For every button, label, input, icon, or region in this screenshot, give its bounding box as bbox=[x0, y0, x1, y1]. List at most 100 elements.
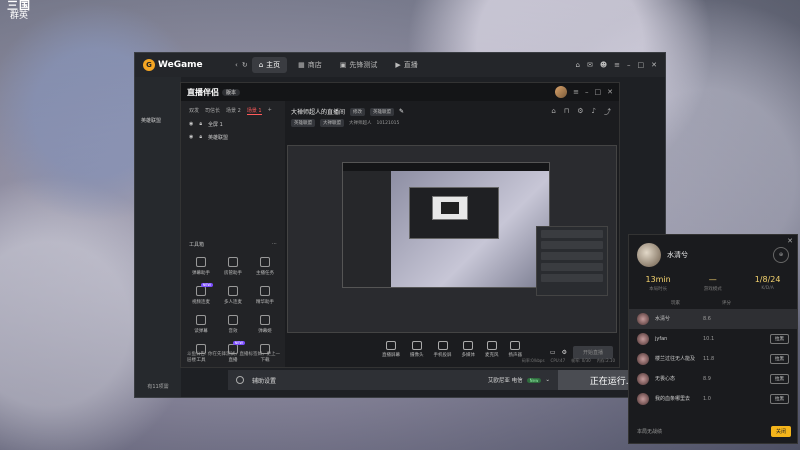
microphone-button[interactable]: 麦克风 bbox=[485, 341, 499, 358]
column-header: 评分 bbox=[722, 301, 731, 306]
tool-item[interactable]: 精华助手 bbox=[249, 286, 281, 305]
wegame-brand: WeGame bbox=[158, 60, 203, 70]
wegame-logo: G WeGame bbox=[143, 59, 229, 71]
stream-companion-window: 直播伴侣 版本 ≡ – □ ✕ 双发 司信长 场景 2 场景 1 + ◉ 🔒︎ 全屏… bbox=[180, 82, 620, 368]
tool-label: 弹幕姬 bbox=[258, 329, 272, 334]
score-cell: 11.8 bbox=[703, 356, 715, 362]
table-row: 楼兰过往无人能及 11.8 拉黑 bbox=[629, 349, 797, 369]
chat-icon[interactable]: ✉ bbox=[587, 61, 593, 69]
live-icon: ▶ bbox=[395, 61, 401, 69]
menu-icon[interactable]: ≡ bbox=[573, 88, 579, 96]
control-label: 摄像头 bbox=[410, 353, 424, 358]
maximize-icon[interactable]: □ bbox=[595, 88, 602, 96]
lock-icon[interactable]: ⊓ bbox=[564, 107, 569, 117]
lock-icon[interactable]: 🔒︎ bbox=[199, 134, 202, 141]
profile-button[interactable]: ⊕ bbox=[773, 247, 789, 263]
wegame-sidebar: 英雄联盟 bbox=[135, 77, 181, 397]
close-icon[interactable]: ✕ bbox=[651, 61, 657, 69]
scene-panel: 双发 司信长 场景 2 场景 1 + ◉ 🔒︎ 全屏 1 ◉ 🔒︎ 英雄联盟 工具箱 ⋯… bbox=[181, 101, 285, 367]
close-icon[interactable]: ✕ bbox=[607, 88, 613, 96]
server-selector[interactable]: 艾欧尼亚 电信 New ⌄ bbox=[488, 376, 550, 384]
chevron-down-icon: ⌄ bbox=[545, 377, 550, 383]
settings-icon[interactable]: ⚙ bbox=[577, 107, 583, 117]
desktop-shortcut[interactable]: 三国 群英 bbox=[2, 0, 36, 34]
microphone-icon bbox=[486, 341, 497, 350]
toolbox-header: 工具箱 ⋯ bbox=[189, 241, 277, 248]
tool-item[interactable]: NEW 视频连麦 bbox=[185, 283, 217, 305]
block-button[interactable]: 拉黑 bbox=[770, 354, 789, 364]
tab-live[interactable]: ▶ 直播 bbox=[388, 57, 424, 73]
maximize-icon[interactable]: □ bbox=[638, 61, 645, 69]
tool-label: 主播任务 bbox=[256, 271, 274, 276]
tool-item[interactable]: 多人连麦 bbox=[217, 286, 249, 305]
tool-label: 房管助手 bbox=[224, 271, 242, 276]
screen-capture-button[interactable]: 直播屏幕 bbox=[382, 341, 400, 358]
minimize-icon[interactable]: – bbox=[627, 61, 631, 69]
tool-icon bbox=[260, 257, 270, 267]
close-button[interactable]: 关闭 bbox=[770, 426, 791, 437]
update-status[interactable]: 有11项需 bbox=[135, 375, 181, 397]
eye-icon[interactable]: ◉ bbox=[189, 121, 193, 128]
eye-icon[interactable]: ◉ bbox=[189, 134, 193, 141]
sidebar-item-lol[interactable]: 英雄联盟 bbox=[141, 117, 175, 124]
scene-tab[interactable]: 司信长 bbox=[205, 107, 220, 115]
edit-icon[interactable]: ✎ bbox=[399, 108, 404, 115]
stream-stats: 码率:0/kbps CPU:47 帧率: 0/30 内存:2.10 bbox=[522, 358, 615, 364]
layer-item[interactable]: ◉ 🔒︎ 英雄联盟 bbox=[181, 131, 285, 144]
tool-icon bbox=[228, 315, 238, 325]
block-button[interactable]: 拉黑 bbox=[770, 334, 789, 344]
layer-item[interactable]: ◉ 🔒︎ 全屏 1 bbox=[181, 118, 285, 131]
tool-item[interactable]: 音效 bbox=[217, 315, 249, 334]
scene-tab[interactable]: 场景 2 bbox=[226, 107, 241, 115]
record-icon[interactable]: ▭ bbox=[550, 349, 556, 356]
phone-cast-button[interactable]: 手机投屏 bbox=[434, 341, 452, 358]
media-button[interactable]: 多媒体 bbox=[462, 341, 475, 358]
share-icon[interactable]: ⤴ bbox=[604, 107, 611, 117]
tool-item[interactable]: 主播任务 bbox=[249, 257, 281, 276]
media-icon bbox=[463, 341, 474, 350]
block-button[interactable]: 拉黑 bbox=[770, 374, 789, 384]
control-label: 手机投屏 bbox=[433, 353, 452, 358]
tool-item[interactable]: 弹幕助手 bbox=[185, 257, 217, 276]
back-icon[interactable]: ‹ bbox=[235, 61, 238, 69]
add-scene-icon[interactable]: + bbox=[268, 107, 272, 115]
block-button[interactable]: 拉黑 bbox=[770, 394, 789, 404]
menu-icon[interactable]: ≡ bbox=[614, 61, 620, 69]
tab-home[interactable]: ⌂ 主页 bbox=[251, 57, 288, 73]
bell-icon[interactable]: ♪ bbox=[592, 107, 596, 117]
assist-settings-bar[interactable]: 辅助设置 艾欧尼亚 电信 New ⌄ bbox=[228, 370, 558, 390]
speaker-button[interactable]: 扬声器 bbox=[509, 341, 522, 358]
notice-bar[interactable]: 斗鱼公告: 你在先锋测试，直播标签如，更上一层楼 bbox=[187, 351, 281, 363]
bag-icon[interactable]: ⌂ bbox=[575, 61, 579, 69]
stream-logo: 直播伴侣 版本 bbox=[187, 87, 241, 98]
refresh-icon[interactable]: ↻ bbox=[242, 61, 248, 69]
scene-tab[interactable]: 双发 bbox=[189, 107, 199, 115]
version-badge[interactable]: 版本 bbox=[222, 88, 241, 96]
tool-item[interactable]: 读弹幕 bbox=[185, 315, 217, 334]
control-label: 麦克风 bbox=[485, 353, 499, 358]
minimize-icon[interactable]: – bbox=[585, 88, 589, 96]
close-icon[interactable]: ✕ bbox=[787, 237, 793, 245]
stream-preview[interactable] bbox=[287, 145, 617, 333]
tool-item[interactable]: 房管助手 bbox=[217, 257, 249, 276]
preview-mini-panel bbox=[536, 226, 608, 296]
camera-button[interactable]: 摄像头 bbox=[410, 341, 424, 358]
phone-icon bbox=[437, 341, 448, 350]
avatar bbox=[637, 393, 649, 405]
edit-chip[interactable]: 修改 bbox=[350, 107, 366, 116]
gift-icon[interactable]: ⌂ bbox=[551, 107, 555, 117]
category-chip[interactable]: 英雄联盟 bbox=[370, 107, 395, 116]
settings-icon[interactable]: ⚙ bbox=[562, 349, 567, 356]
avatar[interactable] bbox=[555, 86, 568, 98]
tool-label: 弹幕助手 bbox=[192, 271, 210, 276]
tool-item[interactable]: 弹幕姬 bbox=[249, 315, 281, 334]
player-cell: 我的血条哪里去 bbox=[655, 396, 691, 402]
tab-store[interactable]: ▦ 商店 bbox=[291, 57, 329, 73]
avatar-icon[interactable]: ☻ bbox=[600, 61, 607, 69]
tab-test[interactable]: ▣ 先锋测试 bbox=[333, 57, 385, 73]
scene-tab-active[interactable]: 场景 1 bbox=[246, 107, 262, 115]
more-icon[interactable]: ⋯ bbox=[272, 241, 277, 248]
lock-icon[interactable]: 🔒︎ bbox=[199, 121, 202, 128]
speaker-icon bbox=[510, 341, 521, 350]
table-row: 无畏心态 8.9 拉黑 bbox=[629, 369, 797, 389]
